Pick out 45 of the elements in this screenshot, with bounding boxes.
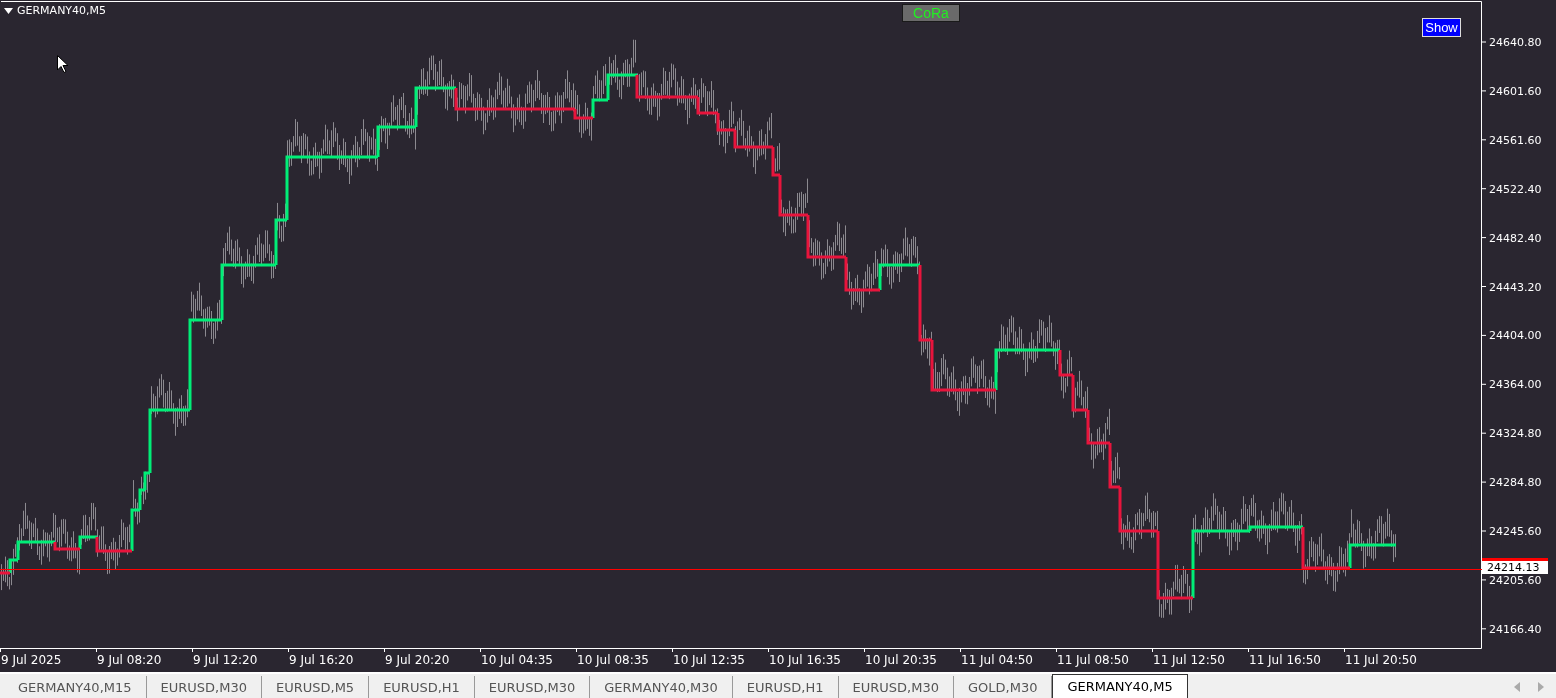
chart-tab[interactable]: GERMANY40,M5 (1052, 674, 1188, 698)
scroll-right-icon[interactable] (1538, 682, 1544, 692)
price-tick-label: 24205.60 (1489, 573, 1542, 587)
chart-tab[interactable]: GERMANY40,M30 (590, 676, 733, 698)
price-tick-label: 24561.60 (1489, 133, 1542, 147)
price-tick-label: 24245.60 (1489, 525, 1542, 538)
price-tick-label: 24284.80 (1489, 476, 1542, 490)
price-tick-label: 24443.20 (1489, 280, 1542, 294)
current-price-label: 24214.13 (1482, 558, 1548, 574)
time-tick-label: 10 Jul 16:35 (769, 653, 841, 667)
dropdown-icon[interactable] (4, 7, 13, 14)
price-tick-label: 24364.00 (1489, 378, 1542, 392)
price-tick-label: 24482.40 (1489, 231, 1542, 245)
chart-tab[interactable]: GERMANY40,M15 (4, 676, 147, 698)
chart-tab[interactable]: EURUSD,H1 (732, 676, 839, 698)
time-tick-label: 11 Jul 08:50 (1057, 653, 1129, 667)
time-tick-label: 10 Jul 12:35 (673, 653, 745, 667)
chart-title: GERMANY40,M5 (17, 4, 107, 17)
time-tick-label: 10 Jul 08:35 (577, 653, 649, 667)
time-tick-label: 9 Jul 12:20 (193, 653, 258, 667)
price-tick-label: 24601.60 (1489, 84, 1542, 98)
chart-tab[interactable]: EURUSD,M30 (838, 676, 954, 698)
chart-tab[interactable]: EURUSD,H1 (369, 676, 475, 698)
chart-tab[interactable]: EURUSD,M30 (474, 676, 591, 698)
chart-tab[interactable]: EURUSD,M30 (146, 676, 262, 698)
chart-tab[interactable]: EURUSD,M5 (261, 676, 370, 698)
time-tick-label: 10 Jul 04:35 (481, 653, 553, 667)
time-tick-label: 9 Jul 08:20 (97, 653, 162, 667)
time-tick-label: 10 Jul 20:35 (865, 653, 937, 667)
price-tick-label: 24640.80 (1489, 36, 1542, 49)
indicator-button[interactable]: CoRa (902, 4, 960, 22)
time-tick-label: 11 Jul 12:50 (1153, 653, 1225, 667)
price-tick-label: 24522.40 (1489, 182, 1542, 196)
show-button[interactable]: Show (1422, 18, 1461, 37)
time-tick-label: 11 Jul 04:50 (961, 653, 1033, 667)
price-tick-label: 24324.80 (1489, 427, 1542, 441)
time-tick-label: 9 Jul 2025 (1, 653, 62, 667)
scroll-left-icon[interactable] (1514, 682, 1520, 692)
cursor-icon (57, 55, 69, 73)
time-tick-label: 11 Jul 20:50 (1345, 653, 1417, 667)
price-tick-label: 24166.40 (1489, 622, 1542, 636)
time-tick-label: 9 Jul 20:20 (385, 653, 450, 667)
price-tick-label: 24404.00 (1489, 329, 1542, 343)
time-tick-label: 9 Jul 16:20 (289, 653, 354, 667)
time-tick-label: 11 Jul 16:50 (1249, 653, 1321, 667)
